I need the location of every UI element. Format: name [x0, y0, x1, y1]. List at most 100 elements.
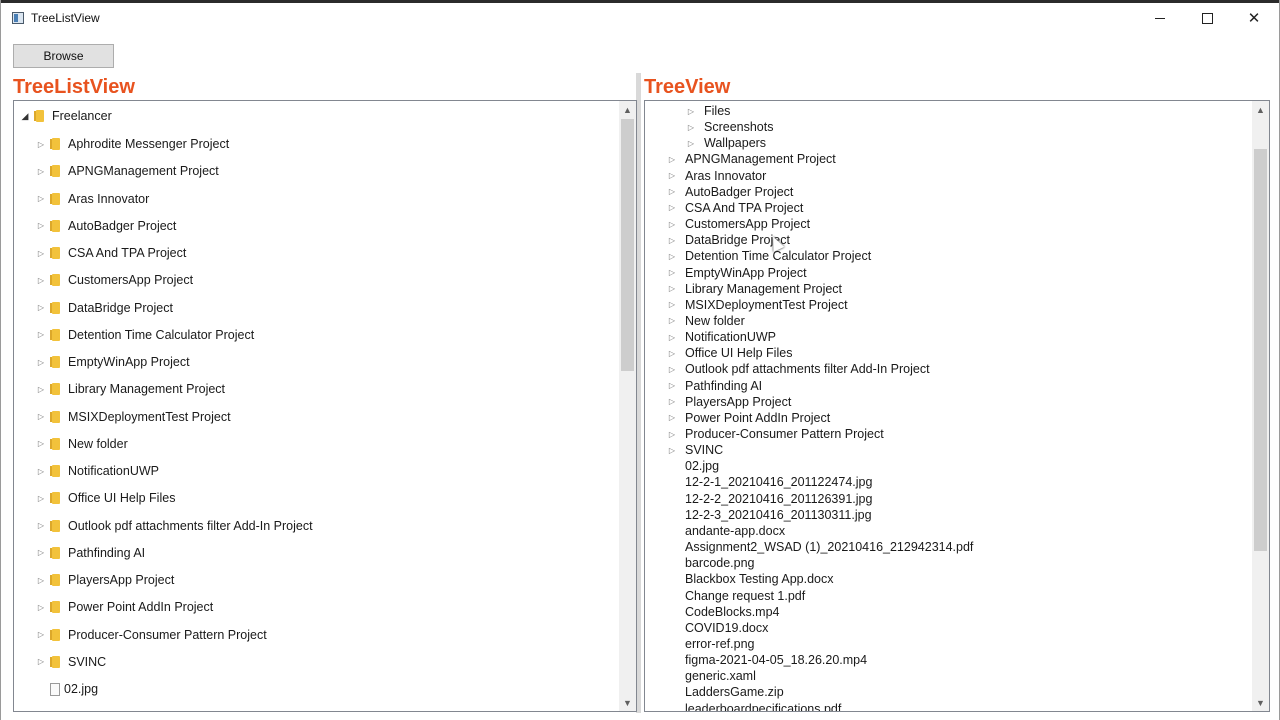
tree-item[interactable]: ▷ Files	[686, 103, 730, 119]
expand-icon[interactable]: ▷	[36, 166, 46, 176]
tree-item[interactable]: ▷ Detention Time Calculator Project	[36, 324, 254, 346]
expand-icon[interactable]: ▷	[36, 384, 46, 394]
treeview-panel[interactable]: ▷ Files ▷ Screenshots ▷ Wallpapers ▷ APNGManage…	[644, 100, 1270, 712]
expand-icon[interactable]: ▷	[36, 275, 46, 285]
treelistview-panel[interactable]: ◢ Freelancer ▷ Aphrodite Messenger Projec…	[13, 100, 637, 712]
expand-icon[interactable]: ▷	[667, 236, 677, 245]
expand-icon[interactable]: ▷	[667, 430, 677, 439]
expand-icon[interactable]: ▷	[36, 412, 46, 422]
tree-item[interactable]: ▷ SVINC	[36, 651, 106, 673]
expand-icon[interactable]: ▷	[36, 466, 46, 476]
minimize-button[interactable]	[1137, 3, 1183, 33]
tree-item[interactable]: LaddersGame.zip	[667, 684, 784, 700]
expand-icon[interactable]: ▷	[36, 521, 46, 531]
tree-item[interactable]: ▷ MSIXDeploymentTest Project	[36, 406, 231, 428]
tree-item[interactable]: ▷ APNGManagement Project	[667, 151, 836, 167]
tree-item[interactable]: ▷ Detention Time Calculator Project	[667, 248, 871, 264]
expand-icon[interactable]: ▷	[667, 187, 677, 196]
tree-item[interactable]: ▷ SVINC	[667, 442, 723, 458]
tree-item[interactable]: ▷ DataBridge Project	[36, 297, 173, 319]
left-vertical-scrollbar[interactable]: ▲ ▼	[619, 101, 636, 711]
tree-item[interactable]: ▷ Library Management Project	[36, 378, 225, 400]
collapse-icon[interactable]: ◢	[20, 111, 30, 121]
tree-item[interactable]: COVID19.docx	[667, 620, 768, 636]
tree-item[interactable]: ▷ EmptyWinApp Project	[667, 265, 807, 281]
expand-icon[interactable]: ▷	[36, 575, 46, 585]
expand-icon[interactable]: ▷	[36, 630, 46, 640]
expand-icon[interactable]: ▷	[36, 221, 46, 231]
expand-icon[interactable]: ▷	[686, 123, 696, 132]
tree-item[interactable]: ▷ CustomersApp Project	[667, 216, 810, 232]
tree-item[interactable]: Blackbox Testing App.docx	[667, 571, 833, 587]
tree-item[interactable]: ▷ Aphrodite Messenger Project	[36, 133, 229, 155]
expand-icon[interactable]: ▷	[686, 107, 696, 116]
tree-item[interactable]: ▷ APNGManagement Project	[36, 160, 219, 182]
tree-item[interactable]: andante-app.docx	[667, 523, 785, 539]
expand-icon[interactable]: ▷	[36, 602, 46, 612]
tree-item[interactable]: ▷ CSA And TPA Project	[667, 200, 803, 216]
tree-item[interactable]: 02.jpg	[50, 678, 98, 700]
scroll-down-icon[interactable]: ▼	[1252, 694, 1269, 711]
tree-item[interactable]: ▷ CustomersApp Project	[36, 269, 193, 291]
expand-icon[interactable]: ▷	[667, 203, 677, 212]
expand-icon[interactable]: ▷	[667, 300, 677, 309]
expand-icon[interactable]: ▷	[667, 316, 677, 325]
expand-icon[interactable]: ▷	[667, 446, 677, 455]
expand-icon[interactable]: ▷	[667, 381, 677, 390]
tree-item[interactable]: ▷ Library Management Project	[667, 281, 842, 297]
expand-icon[interactable]: ▷	[667, 333, 677, 342]
tree-item[interactable]: ▷ Office UI Help Files	[36, 487, 176, 509]
tree-item[interactable]: ▷ Outlook pdf attachments filter Add-In P…	[667, 361, 930, 377]
tree-item[interactable]: Change request 1.pdf	[667, 588, 805, 604]
expand-icon[interactable]: ▷	[667, 252, 677, 261]
tree-item[interactable]: ▷ PlayersApp Project	[667, 394, 791, 410]
expand-icon[interactable]: ▷	[667, 171, 677, 180]
tree-item[interactable]: ▷ MSIXDeploymentTest Project	[667, 297, 848, 313]
tree-item[interactable]: 12-2-2_20210416_201126391.jpg	[667, 491, 872, 507]
tree-item[interactable]: error-ref.png	[667, 636, 754, 652]
tree-item[interactable]: ▷ Pathfinding AI	[36, 542, 145, 564]
tree-item[interactable]: ▷ New folder	[36, 433, 128, 455]
tree-item[interactable]: ▷ Pathfinding AI	[667, 378, 762, 394]
tree-item[interactable]: ▷ AutoBadger Project	[36, 215, 176, 237]
scroll-thumb[interactable]	[1254, 149, 1267, 551]
expand-icon[interactable]: ▷	[36, 493, 46, 503]
tree-item[interactable]: ▷ PlayersApp Project	[36, 569, 174, 591]
tree-item[interactable]: ▷ NotificationUWP	[667, 329, 776, 345]
tree-item[interactable]: ▷ Power Point AddIn Project	[667, 410, 830, 426]
tree-item[interactable]: 02.jpg	[667, 458, 719, 474]
tree-root[interactable]: ◢ Freelancer	[20, 105, 112, 127]
scroll-down-icon[interactable]: ▼	[619, 694, 636, 711]
expand-icon[interactable]: ▷	[667, 220, 677, 229]
tree-item[interactable]: ▷ Screenshots	[686, 119, 774, 135]
expand-icon[interactable]: ▷	[667, 365, 677, 374]
scroll-up-icon[interactable]: ▲	[619, 101, 636, 118]
expand-icon[interactable]: ▷	[667, 155, 677, 164]
tree-item[interactable]: ▷ Wallpapers	[686, 135, 766, 151]
close-button[interactable]: ✕	[1231, 3, 1277, 33]
expand-icon[interactable]: ▷	[36, 248, 46, 258]
tree-item[interactable]: 12-2-1_20210416_201122474.jpg	[667, 474, 872, 490]
tree-item[interactable]: ▷ NotificationUWP	[36, 460, 159, 482]
expand-icon[interactable]: ▷	[667, 413, 677, 422]
tree-item[interactable]: generic.xaml	[667, 668, 756, 684]
expand-icon[interactable]: ▷	[36, 439, 46, 449]
right-vertical-scrollbar[interactable]: ▲ ▼	[1252, 101, 1269, 711]
tree-item[interactable]: ▷ Producer-Consumer Pattern Project	[36, 624, 267, 646]
tree-item[interactable]: ▷ CSA And TPA Project	[36, 242, 186, 264]
expand-icon[interactable]: ▷	[667, 397, 677, 406]
tree-item[interactable]: ▷ AutoBadger Project	[667, 184, 793, 200]
maximize-button[interactable]	[1184, 3, 1230, 33]
tree-item[interactable]: ▷ New folder	[667, 313, 745, 329]
expand-icon[interactable]: ▷	[36, 303, 46, 313]
expand-icon[interactable]: ▷	[36, 194, 46, 204]
tree-item[interactable]: ▷ Office UI Help Files	[667, 345, 793, 361]
expand-icon[interactable]: ▷	[36, 357, 46, 367]
tree-item[interactable]: ▷ Aras Innovator	[36, 188, 149, 210]
tree-item[interactable]: ▷ Producer-Consumer Pattern Project	[667, 426, 884, 442]
tree-item[interactable]: figma-2021-04-05_18.26.20.mp4	[667, 652, 867, 668]
tree-item[interactable]: ▷ Outlook pdf attachments filter Add-In P…	[36, 515, 313, 537]
expand-icon[interactable]: ▷	[667, 284, 677, 293]
expand-icon[interactable]: ▷	[36, 657, 46, 667]
tree-item[interactable]: 12-2-3_20210416_201130311.jpg	[667, 507, 872, 523]
